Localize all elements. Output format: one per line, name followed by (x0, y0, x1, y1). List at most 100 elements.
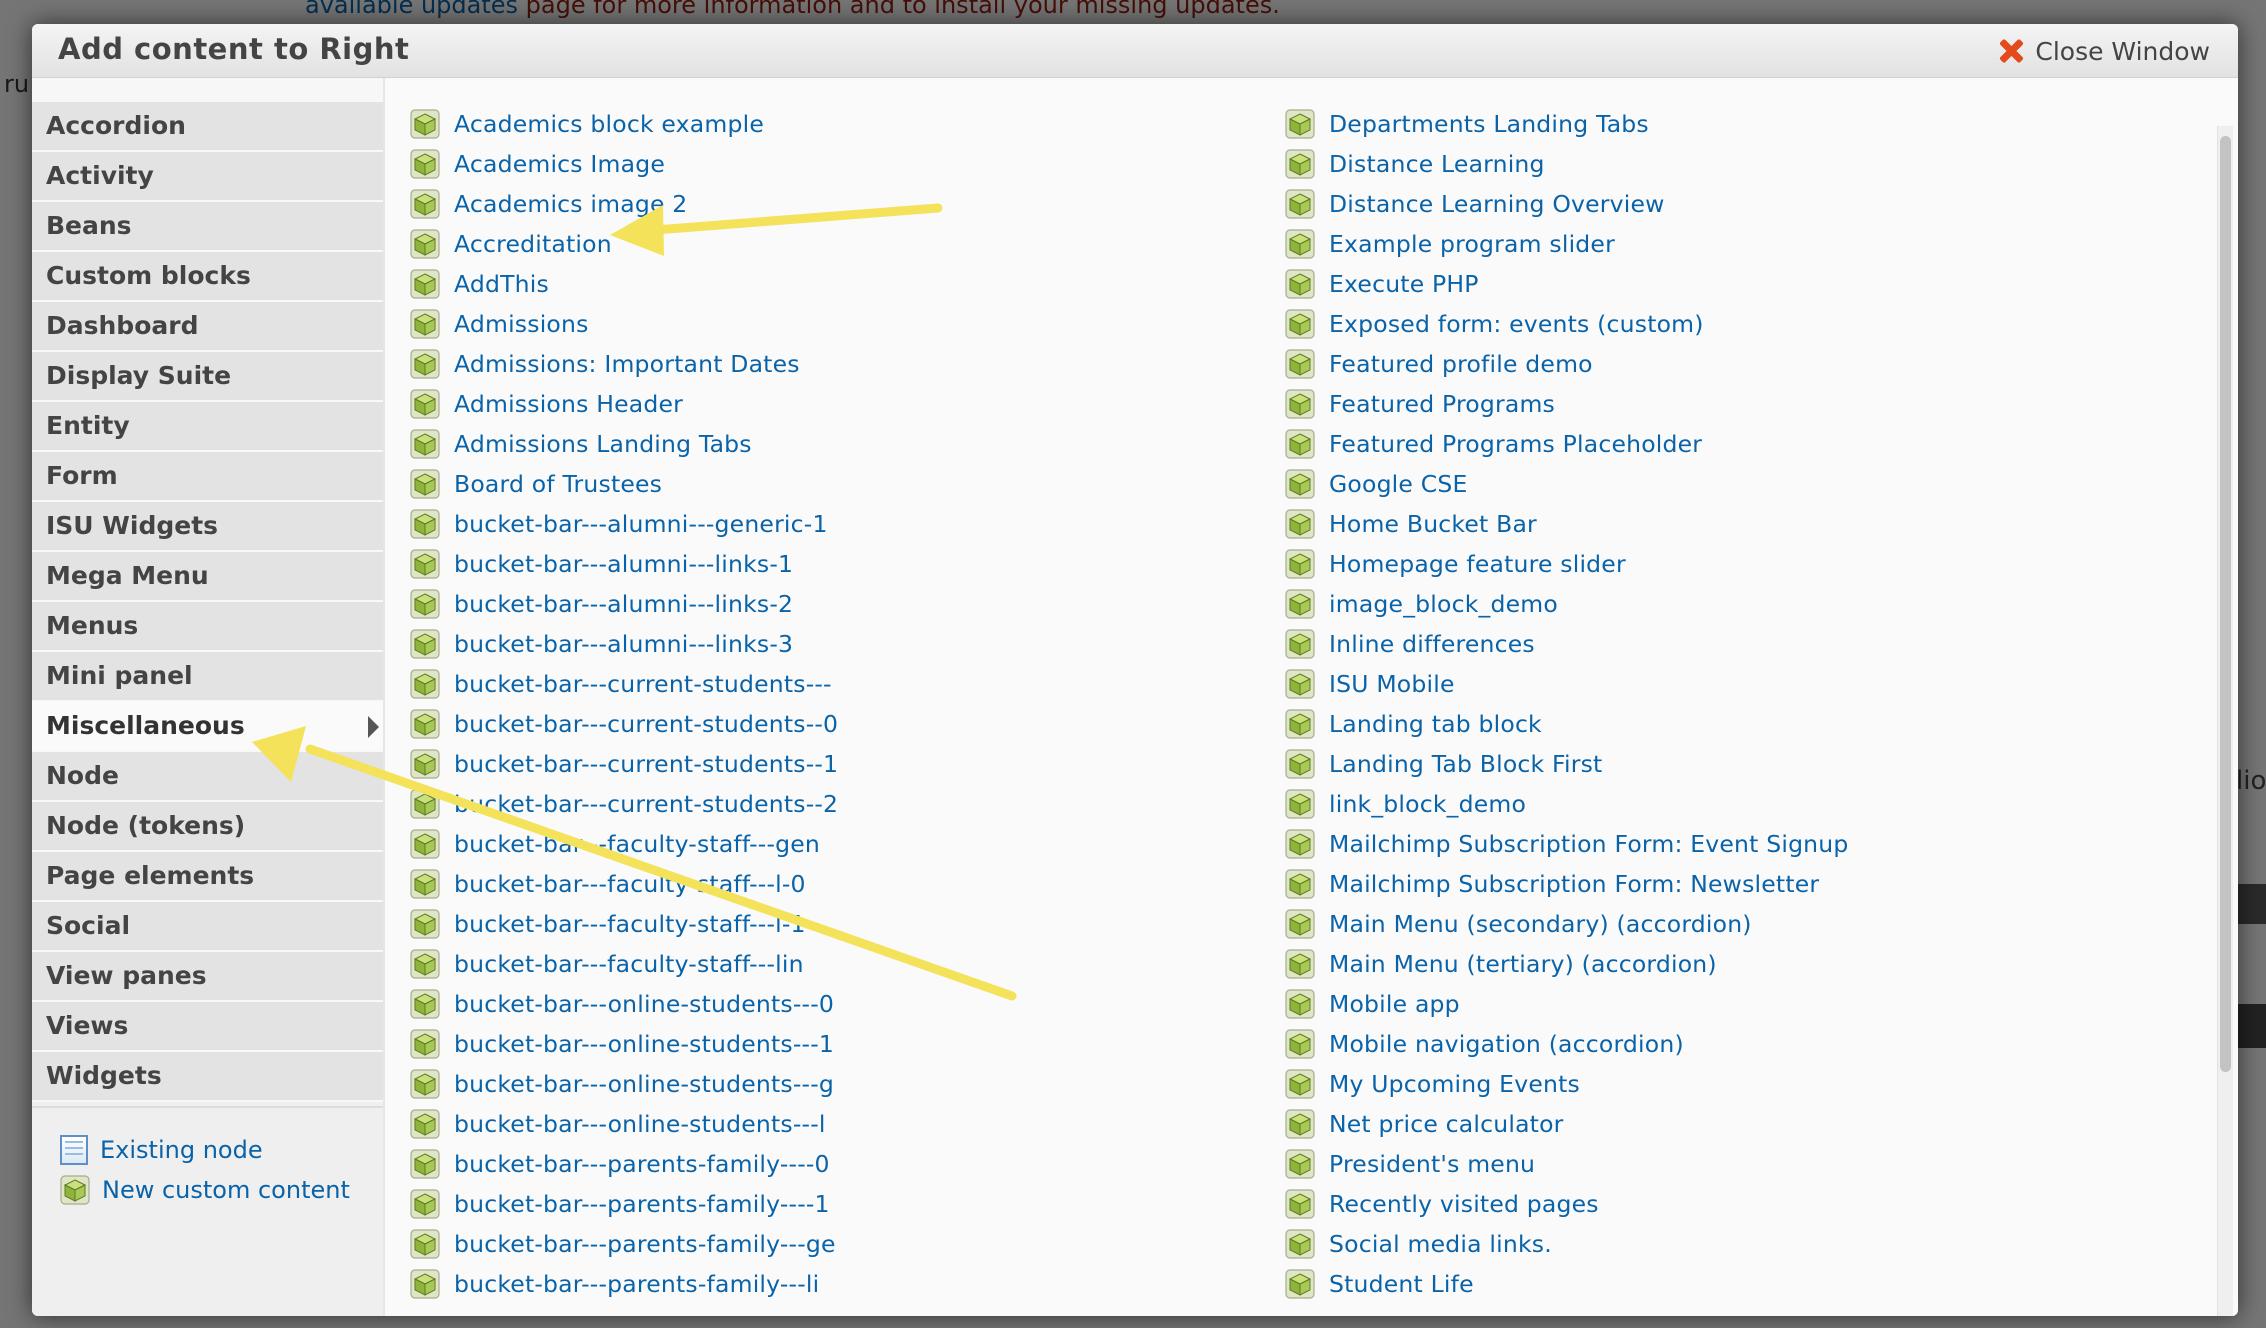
block-link[interactable]: Mobile navigation (accordion) (1329, 1030, 1684, 1058)
block-list-item[interactable]: bucket-bar---parents-family---li (410, 1264, 838, 1304)
block-list-item[interactable]: bucket-bar---current-students--0 (410, 704, 838, 744)
block-link[interactable]: Exposed form: events (custom) (1329, 310, 1704, 338)
block-link[interactable]: bucket-bar---parents-family----1 (454, 1190, 830, 1218)
category-miscellaneous[interactable]: Miscellaneous (32, 702, 383, 752)
block-list-item[interactable]: bucket-bar---current-students--2 (410, 784, 838, 824)
block-link[interactable]: Featured profile demo (1329, 350, 1593, 378)
block-link[interactable]: Academics block example (454, 110, 764, 138)
block-link[interactable]: bucket-bar---current-students--- (454, 670, 832, 698)
category-node[interactable]: Node (32, 752, 383, 802)
block-link[interactable]: Inline differences (1329, 630, 1535, 658)
block-list-item[interactable]: Mobile navigation (accordion) (1285, 1024, 1849, 1064)
close-icon[interactable] (1997, 37, 2025, 65)
category-menus[interactable]: Menus (32, 602, 383, 652)
block-list-item[interactable]: Departments Landing Tabs (1285, 104, 1849, 144)
block-link[interactable]: bucket-bar---alumni---links-3 (454, 630, 793, 658)
block-list-item[interactable]: bucket-bar---parents-family----0 (410, 1144, 838, 1184)
category-accordion[interactable]: Accordion (32, 102, 383, 152)
block-list-item[interactable]: Recently visited pages (1285, 1184, 1849, 1224)
block-list-item[interactable]: bucket-bar---faculty-staff---l-1 (410, 904, 838, 944)
block-list-item[interactable]: Execute PHP (1285, 264, 1849, 304)
block-list-item[interactable]: Academics block example (410, 104, 838, 144)
block-link[interactable]: Board of Trustees (454, 470, 662, 498)
block-list-item[interactable]: Mailchimp Subscription Form: Newsletter (1285, 864, 1849, 904)
category-mini-panel[interactable]: Mini panel (32, 652, 383, 702)
block-list-item[interactable]: Social media links. (1285, 1224, 1849, 1264)
category-node-tokens[interactable]: Node (tokens) (32, 802, 383, 852)
category-social[interactable]: Social (32, 902, 383, 952)
block-link[interactable]: ISU Mobile (1329, 670, 1455, 698)
block-link[interactable]: Admissions: Important Dates (454, 350, 800, 378)
close-window-label[interactable]: Close Window (2035, 37, 2210, 66)
block-list-item[interactable]: Admissions: Important Dates (410, 344, 838, 384)
block-list-item[interactable]: Google CSE (1285, 464, 1849, 504)
block-list-item[interactable]: Featured Programs (1285, 384, 1849, 424)
block-link[interactable]: link_block_demo (1329, 790, 1526, 818)
block-link[interactable]: Featured Programs (1329, 390, 1555, 418)
block-link[interactable]: bucket-bar---current-students--1 (454, 750, 838, 778)
block-link[interactable]: bucket-bar---alumni---links-1 (454, 550, 793, 578)
block-list-item[interactable]: Distance Learning Overview (1285, 184, 1849, 224)
existing-node-link[interactable]: Existing node (60, 1130, 383, 1170)
block-link[interactable]: AddThis (454, 270, 549, 298)
block-list-item[interactable]: Board of Trustees (410, 464, 838, 504)
block-list-item[interactable]: image_block_demo (1285, 584, 1849, 624)
block-list-item[interactable]: ISU Mobile (1285, 664, 1849, 704)
block-list-item[interactable]: Admissions Landing Tabs (410, 424, 838, 464)
block-list-item[interactable]: Main Menu (secondary) (accordion) (1285, 904, 1849, 944)
block-link[interactable]: Landing tab block (1329, 710, 1542, 738)
block-link[interactable]: bucket-bar---faculty-staff---lin (454, 950, 804, 978)
block-link[interactable]: image_block_demo (1329, 590, 1558, 618)
block-link[interactable]: Academics image 2 (454, 190, 687, 218)
block-list-item[interactable]: President's menu (1285, 1144, 1849, 1184)
block-link[interactable]: Accreditation (454, 230, 612, 258)
block-list-item[interactable]: bucket-bar---online-students---1 (410, 1024, 838, 1064)
block-list-item[interactable]: bucket-bar---online-students---0 (410, 984, 838, 1024)
block-link[interactable]: bucket-bar---parents-family----0 (454, 1150, 830, 1178)
block-list-item[interactable]: Landing tab block (1285, 704, 1849, 744)
category-mega-menu[interactable]: Mega Menu (32, 552, 383, 602)
block-list-item[interactable]: bucket-bar---alumni---links-1 (410, 544, 838, 584)
block-link[interactable]: Google CSE (1329, 470, 1468, 498)
block-link[interactable]: Mailchimp Subscription Form: Newsletter (1329, 870, 1819, 898)
block-link[interactable]: Execute PHP (1329, 270, 1479, 298)
category-activity[interactable]: Activity (32, 152, 383, 202)
block-list-item[interactable]: Landing Tab Block First (1285, 744, 1849, 784)
block-link[interactable]: Mailchimp Subscription Form: Event Signu… (1329, 830, 1849, 858)
block-list-item[interactable]: bucket-bar---faculty-staff---lin (410, 944, 838, 984)
category-widgets[interactable]: Widgets (32, 1052, 383, 1102)
scrollbar-thumb[interactable] (2220, 136, 2231, 1072)
block-list-item[interactable]: bucket-bar---current-students--1 (410, 744, 838, 784)
block-list-item[interactable]: link_block_demo (1285, 784, 1849, 824)
block-list-item[interactable]: Inline differences (1285, 624, 1849, 664)
block-list-item[interactable]: Featured profile demo (1285, 344, 1849, 384)
block-link[interactable]: bucket-bar---parents-family---ge (454, 1230, 836, 1258)
block-list-item[interactable]: My Upcoming Events (1285, 1064, 1849, 1104)
block-list-item[interactable]: Academics image 2 (410, 184, 838, 224)
block-link[interactable]: Admissions (454, 310, 589, 338)
block-list-item[interactable]: Homepage feature slider (1285, 544, 1849, 584)
block-link[interactable]: My Upcoming Events (1329, 1070, 1580, 1098)
category-display-suite[interactable]: Display Suite (32, 352, 383, 402)
block-link[interactable]: President's menu (1329, 1150, 1535, 1178)
close-window-button[interactable]: Close Window (1997, 33, 2210, 69)
category-form[interactable]: Form (32, 452, 383, 502)
block-list-item[interactable]: Admissions Header (410, 384, 838, 424)
block-link[interactable]: bucket-bar---parents-family---li (454, 1270, 819, 1298)
block-link[interactable]: Social media links. (1329, 1230, 1552, 1258)
category-custom-blocks[interactable]: Custom blocks (32, 252, 383, 302)
block-list-item[interactable]: Academics Image (410, 144, 838, 184)
block-list-item[interactable]: bucket-bar---current-students--- (410, 664, 838, 704)
new-custom-content-link[interactable]: New custom content (60, 1170, 383, 1210)
block-list-item[interactable]: bucket-bar---alumni---links-2 (410, 584, 838, 624)
block-list-item[interactable]: Exposed form: events (custom) (1285, 304, 1849, 344)
block-list-item[interactable]: Main Menu (tertiary) (accordion) (1285, 944, 1849, 984)
block-link[interactable]: Homepage feature slider (1329, 550, 1626, 578)
block-link[interactable]: Landing Tab Block First (1329, 750, 1602, 778)
block-link[interactable]: Recently visited pages (1329, 1190, 1599, 1218)
block-link[interactable]: Academics Image (454, 150, 665, 178)
block-link[interactable]: bucket-bar---alumni---links-2 (454, 590, 793, 618)
block-list-item[interactable]: Accreditation (410, 224, 838, 264)
extra-link-label[interactable]: Existing node (100, 1136, 263, 1164)
block-list-item[interactable]: bucket-bar---faculty-staff---gen (410, 824, 838, 864)
